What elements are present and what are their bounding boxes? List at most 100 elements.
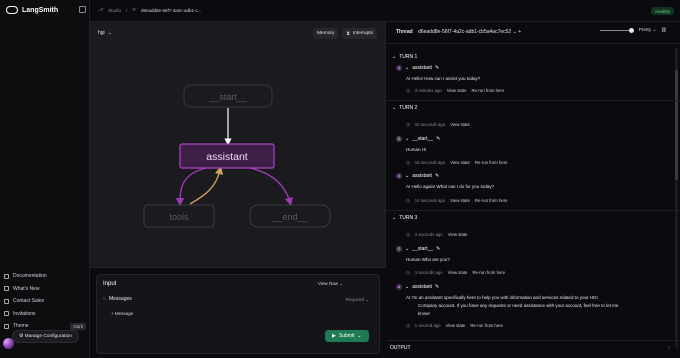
- clock-icon: ◷: [406, 232, 410, 237]
- clock-icon: ◷: [406, 198, 410, 203]
- sidebar-item-contact-sales[interactable]: Contact Sales: [4, 295, 86, 308]
- turn-2-node-start: S ⌄ __start__ ✎: [396, 136, 440, 142]
- view-state-link[interactable]: View state: [446, 323, 466, 329]
- view-state-link[interactable]: View state: [448, 232, 468, 238]
- turn-title: TURN 2: [399, 105, 418, 111]
- edit-icon[interactable]: ✎: [435, 284, 439, 290]
- clock-icon: ◷: [406, 88, 410, 93]
- view-mode-label: Pretty: [638, 28, 652, 33]
- start-icon: S: [396, 136, 402, 142]
- thread-panel: Thread d6eadd8e-56f7-4a2c-adb1-cb5a4ac7e…: [386, 22, 680, 358]
- sun-icon: [4, 323, 9, 329]
- assistant-icon: A: [396, 65, 402, 71]
- chevron-down-icon: ⌄: [405, 173, 410, 179]
- view-state-link[interactable]: View state: [447, 88, 467, 94]
- timestamp: 14 seconds ago: [414, 198, 446, 203]
- turn-3-header[interactable]: ⌄ TURN 3: [392, 215, 417, 221]
- chevron-down-icon: ⌄: [392, 105, 397, 111]
- turn-2-human-message: Human Hi: [406, 147, 427, 152]
- rerun-link[interactable]: Re-run from here: [472, 88, 505, 94]
- turn-3-meta-2: ◷ 1 second ago View state Re-run from here: [406, 323, 503, 329]
- link-icon: ⟳: [132, 7, 136, 12]
- theme-value[interactable]: Dark: [70, 322, 86, 330]
- turn-2-meta-1: ◷ 15 seconds ago View state Re-run from her…: [406, 160, 508, 166]
- chevron-down-icon: ⌄: [392, 54, 397, 60]
- turn-1-node: A ⌄ assistant ✎: [396, 65, 439, 71]
- node-tools-label: tools: [169, 212, 189, 222]
- assistant-icon: A: [396, 284, 402, 290]
- chevron-down-icon: ⌄: [405, 284, 410, 290]
- input-panel: Input View Raw ⌄ ◌ Messages Required ⌄ +…: [96, 274, 380, 354]
- sidebar-item-label: What's New: [13, 285, 40, 292]
- view-raw-select[interactable]: View Raw ⌄: [318, 281, 343, 287]
- manage-configuration-button[interactable]: ⚙ Manage Configuration: [12, 330, 79, 343]
- output-section-header[interactable]: OUTPUT: [390, 345, 411, 351]
- add-message-button[interactable]: + Message: [111, 311, 133, 316]
- rerun-link[interactable]: Re-run from here: [470, 323, 503, 329]
- timestamp: 10 seconds ago: [414, 122, 446, 127]
- view-state-link[interactable]: View state: [448, 270, 468, 276]
- turn-2-header[interactable]: ⌄ TURN 2: [392, 105, 417, 111]
- plus-icon[interactable]: +: [518, 29, 521, 35]
- view-state-link[interactable]: View state: [450, 198, 470, 204]
- turn-2-meta-0: ◷ 10 seconds ago View state: [406, 122, 470, 128]
- view-mode-select[interactable]: Pretty ⌄: [639, 28, 657, 33]
- studio-icon: ⎇: [98, 7, 104, 12]
- turn-2-node-assistant: A ⌄ assistant ✎: [396, 173, 439, 179]
- turn-3-meta-0: ◷ 3 seconds ago View state: [406, 232, 467, 238]
- node-label: __start__: [412, 246, 434, 252]
- breadcrumb: ⎇ Studio / ⟳ d6eadd8e-56f7-4a2c-adb1-c..…: [98, 7, 202, 13]
- edit-icon[interactable]: ✎: [435, 65, 439, 71]
- graph-canvas[interactable]: hgi ⌄ Memory ⧗ Interrupts __start__ assi…: [90, 22, 386, 268]
- zoom-slider[interactable]: [599, 28, 634, 32]
- layout-icon[interactable]: ▥: [661, 28, 666, 33]
- gear-icon: ⚙: [19, 334, 24, 339]
- rerun-link[interactable]: Re-run from here: [475, 198, 508, 204]
- sidebar-item-label: Invitations: [13, 310, 36, 317]
- graph-diagram: __start__ assistant tools __end__: [143, 84, 331, 228]
- submit-button[interactable]: ▶ Submit ⌄: [325, 330, 369, 342]
- message-icon: ◌: [103, 296, 106, 302]
- scrollbar-thumb[interactable]: [675, 70, 678, 180]
- edit-icon[interactable]: ✎: [436, 136, 440, 142]
- breadcrumb-thread[interactable]: d6eadd8e-56f7-4a2c-adb1-c...: [141, 8, 202, 13]
- chevron-right-icon[interactable]: ›: [668, 345, 670, 351]
- timestamp: 3 seconds ago: [414, 270, 443, 275]
- chevron-down-icon: ⌄: [405, 65, 410, 71]
- turn-1-message: AI Hello! How can I assist you today?: [406, 76, 481, 81]
- messages-field[interactable]: ◌ Messages: [103, 296, 132, 302]
- divider: [386, 210, 680, 211]
- thread-id[interactable]: d6eadd8e-56f7-4a2c-adb1-cb5a4ac7ec52: [418, 29, 511, 35]
- sidebar-item-documentation[interactable]: Documentation: [4, 270, 86, 283]
- chevron-down-icon: ⌄: [512, 29, 517, 35]
- turn-1-meta: ◷ 3 minutes ago View state Re-run from here: [406, 88, 504, 94]
- breadcrumb-studio[interactable]: Studio: [108, 8, 121, 13]
- rerun-link[interactable]: Re-run from here: [472, 270, 505, 276]
- node-label: __start__: [412, 136, 434, 142]
- view-state-link[interactable]: View state: [450, 122, 470, 128]
- divider: [386, 340, 680, 341]
- sidebar-item-whats-new[interactable]: What's New: [4, 283, 86, 296]
- play-icon: ▶: [332, 333, 336, 339]
- sidebar-item-invitations[interactable]: Invitations: [4, 308, 86, 321]
- sidebar-item-label: Contact Sales: [13, 298, 45, 305]
- edit-icon[interactable]: ✎: [436, 246, 440, 252]
- brand[interactable]: LangSmith: [6, 6, 58, 14]
- turn-3-node-assistant: A ⌄ assistant ✎: [396, 284, 439, 290]
- mail-icon: [4, 311, 9, 317]
- view-state-link[interactable]: View state: [450, 160, 470, 166]
- edit-icon[interactable]: ✎: [435, 173, 439, 179]
- turn-2-meta-2: ◷ 14 seconds ago View state Re-run from her…: [406, 198, 508, 204]
- turn-3-meta-1: ◷ 3 seconds ago View state Re-run from here: [406, 270, 505, 276]
- chevron-down-icon: ⌄: [392, 215, 397, 221]
- turn-3-node-start: S ⌄ __start__ ✎: [396, 246, 440, 252]
- turn-1-header[interactable]: ⌄ TURN 1: [392, 54, 417, 60]
- graph-panel: hgi ⌄ Memory ⧗ Interrupts __start__ assi…: [90, 22, 386, 358]
- turn-title: TURN 1: [399, 54, 418, 60]
- view-raw-label: View Raw: [318, 281, 338, 286]
- timestamp: 3 minutes ago: [414, 88, 442, 93]
- rerun-link[interactable]: Re-run from here: [475, 160, 508, 166]
- collapse-sidebar-icon[interactable]: [79, 6, 86, 13]
- divider: [386, 100, 680, 101]
- timestamp: 1 second ago: [414, 323, 441, 328]
